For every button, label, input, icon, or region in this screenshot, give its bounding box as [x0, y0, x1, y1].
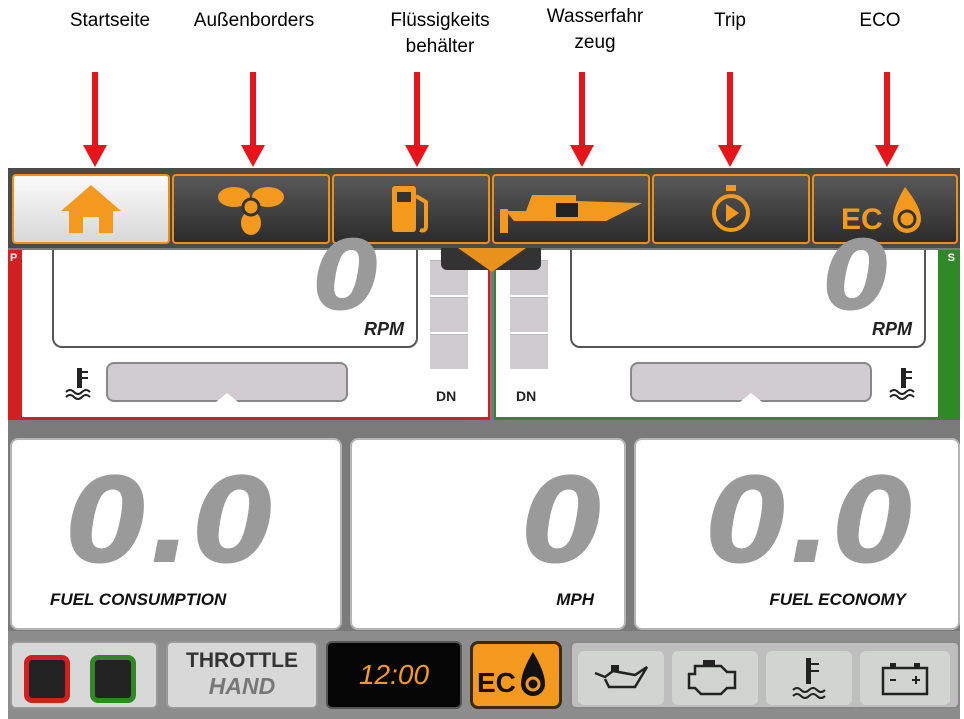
- speed-readout: 0 MPH: [350, 438, 626, 630]
- rpm-display: 0 RPM: [570, 220, 926, 348]
- engine-temp-bar: [630, 362, 872, 402]
- callout-outboards: Außenborders: [193, 10, 315, 31]
- tab-outboards[interactable]: [172, 174, 330, 244]
- port-alarm-light: [24, 655, 70, 703]
- propeller-icon: [218, 187, 284, 235]
- speed-unit-label: MPH: [556, 590, 594, 609]
- gear-label: DN: [436, 388, 457, 404]
- boat-icon: [500, 195, 642, 233]
- tab-home[interactable]: [12, 174, 170, 244]
- battery-icon: [881, 663, 929, 696]
- clock-display: 12:00: [326, 641, 462, 709]
- tab-vessel[interactable]: [492, 174, 650, 244]
- clock-time: 12:00: [358, 659, 430, 690]
- water-temp-warning: [766, 651, 852, 705]
- engine-starboard-panel: S DN 0 RPM: [494, 220, 960, 420]
- fuel-consumption-value: 0.0: [66, 452, 276, 590]
- throttle-mode-value: HAND: [208, 673, 276, 699]
- engine-temp-bar: [106, 362, 348, 402]
- fuel-pump-icon: [392, 186, 428, 233]
- fuel-economy-value: 0.0: [706, 452, 916, 590]
- rpm-label: RPM: [872, 319, 912, 339]
- engine-side-label: P: [10, 252, 18, 264]
- gauge-screen: EC P 0 RPM DN S DN 0 RPM 0.0 FUEL CONSUM…: [8, 168, 960, 719]
- callout-vessel: Wasserfahr zeug: [546, 6, 644, 53]
- engine-check-icon: [687, 660, 737, 696]
- battery-warning: [860, 651, 950, 705]
- gear-label: DN: [516, 388, 537, 404]
- callout-home: Startseite: [69, 10, 151, 31]
- rpm-label: RPM: [364, 319, 404, 339]
- eco-icon: EC: [477, 652, 545, 698]
- water-temp-icon: [889, 368, 915, 400]
- fuel-consumption-label: FUEL CONSUMPTION: [50, 590, 227, 609]
- status-bar: THROTTLE HAND 12:00 EC: [8, 631, 960, 719]
- rpm-value: 0: [313, 220, 380, 332]
- alarm-indicators: [10, 641, 158, 709]
- throttle-mode-button[interactable]: THROTTLE HAND: [166, 641, 318, 709]
- starboard-alarm-light: [90, 655, 136, 703]
- engine-side-label: S: [947, 252, 955, 264]
- rpm-display: 0 RPM: [52, 220, 418, 348]
- tab-trip[interactable]: [652, 174, 810, 244]
- throttle-label: THROTTLE: [186, 649, 298, 672]
- callout-eco: ECO: [859, 10, 901, 31]
- engine-port-panel: P 0 RPM DN: [8, 220, 490, 420]
- home-icon: [61, 185, 121, 233]
- oil-warning: [578, 651, 664, 705]
- speed-value: 0: [521, 452, 604, 590]
- warning-icons-panel: [570, 641, 960, 709]
- fuel-economy-label: FUEL ECONOMY: [769, 590, 906, 609]
- callout-trip: Trip: [713, 10, 747, 31]
- oil-icon: [594, 665, 649, 689]
- eco-button[interactable]: EC: [470, 641, 562, 709]
- nav-pointer-arrow: [458, 248, 526, 272]
- rpm-value: 0: [823, 220, 890, 332]
- engine-check-warning: [672, 651, 758, 705]
- gear-indicator: [430, 260, 468, 371]
- fuel-economy-readout: 0.0 FUEL ECONOMY: [634, 438, 960, 630]
- water-temp-icon: [792, 658, 826, 699]
- fuel-consumption-readout: 0.0 FUEL CONSUMPTION: [10, 438, 342, 630]
- trip-icon: [712, 185, 750, 232]
- gear-indicator: [510, 260, 548, 371]
- water-temp-icon: [65, 368, 91, 400]
- callout-fluid-tanks: Flüssigkeits behälter: [390, 10, 490, 57]
- nav-bar: EC: [8, 168, 960, 248]
- svg-text:EC: EC: [477, 667, 516, 698]
